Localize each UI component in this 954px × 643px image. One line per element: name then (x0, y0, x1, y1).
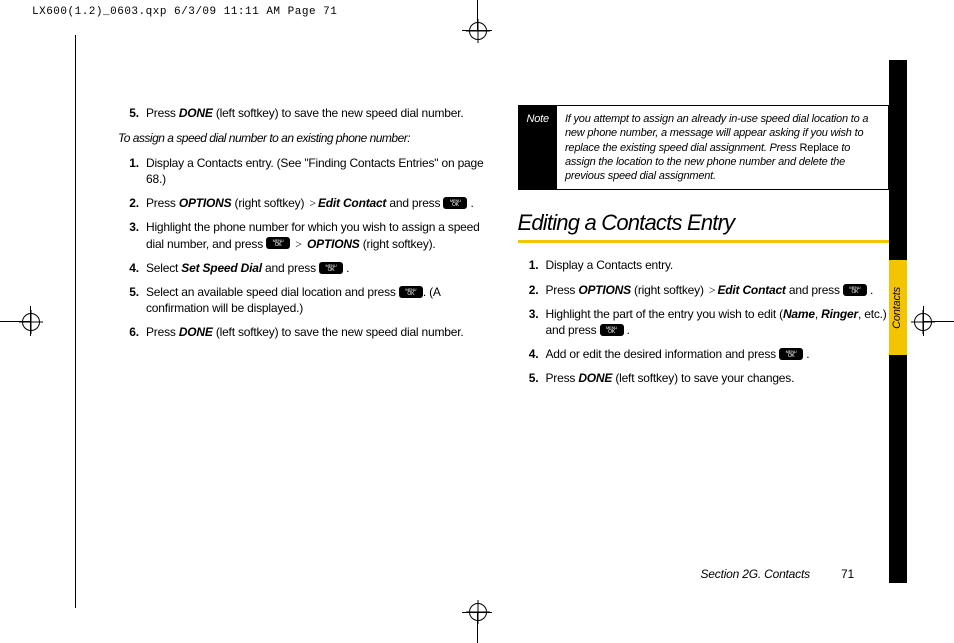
list-item: Display a Contacts entry. (542, 257, 890, 273)
list-item: Press DONE (left softkey) to save the ne… (142, 105, 490, 121)
ok-key-icon (843, 284, 867, 296)
text: and press (786, 283, 843, 297)
list-item: Select Set Speed Dial and press . (142, 260, 490, 276)
text: Press (146, 196, 179, 210)
list-item: Add or edit the desired information and … (542, 346, 890, 362)
text: Select (146, 261, 181, 275)
text: Select an available speed dial location … (146, 285, 399, 299)
text: (left softkey) to save the new speed dia… (213, 106, 464, 120)
arrow-icon: > (307, 196, 318, 210)
list-item: Highlight the part of the entry you wish… (542, 306, 890, 338)
crop-header: LX600(1.2)_0603.qxp 6/3/09 11:11 AM Page… (32, 6, 337, 18)
softkey-name: OPTIONS (578, 283, 631, 297)
note-label: Note (519, 106, 557, 189)
softkey-name: DONE (578, 371, 612, 385)
softkey-name: DONE (179, 106, 213, 120)
note-box: Note If you attempt to assign an already… (518, 105, 890, 190)
list-item: Press DONE (left softkey) to save the ne… (142, 324, 490, 340)
ok-key-icon (399, 286, 423, 298)
list-item: Press DONE (left softkey) to save your c… (542, 370, 890, 386)
field-name: Name (783, 307, 815, 321)
menu-name: Edit Contact (318, 196, 386, 210)
intro-paragraph: To assign a speed dial number to an exis… (118, 131, 490, 147)
text: (right softkey). (360, 237, 436, 251)
text: Press (146, 325, 179, 339)
ok-key-icon (779, 348, 803, 360)
list-item: Select an available speed dial location … (142, 284, 490, 316)
right-column: Note If you attempt to assign an already… (518, 105, 890, 583)
key-name: Replace (800, 142, 839, 154)
list-item: Press OPTIONS (right softkey) >Edit Cont… (142, 195, 490, 211)
softkey-name: OPTIONS (307, 237, 360, 251)
page-body: Press DONE (left softkey) to save the ne… (118, 105, 889, 583)
ok-key-icon (319, 262, 343, 274)
ok-key-icon (266, 237, 290, 249)
section-rule (518, 240, 890, 243)
registration-mark (469, 22, 487, 40)
ok-key-icon (600, 324, 624, 336)
text: Press (546, 371, 579, 385)
trim-line (75, 35, 76, 608)
field-name: Ringer (821, 307, 858, 321)
ok-key-icon (443, 197, 467, 209)
thumb-index-tab: Contacts (889, 260, 907, 355)
registration-mark (914, 313, 932, 331)
text: (right softkey) (231, 196, 307, 210)
text: (left softkey) to save the new speed dia… (213, 325, 464, 339)
text: Press (546, 283, 579, 297)
footer-section: Section 2G. Contacts (701, 567, 810, 581)
menu-name: Edit Contact (717, 283, 785, 297)
page-number: 71 (841, 567, 854, 581)
text: and press (386, 196, 443, 210)
left-column: Press DONE (left softkey) to save the ne… (118, 105, 490, 583)
text: (left softkey) to save your changes. (612, 371, 794, 385)
text: (right softkey) (631, 283, 707, 297)
arrow-icon: > (707, 283, 718, 297)
thumb-index-label: Contacts (891, 278, 903, 338)
note-body: If you attempt to assign an already in-u… (557, 106, 888, 189)
menu-name: Set Speed Dial (181, 261, 262, 275)
list-item: Press OPTIONS (right softkey) >Edit Cont… (542, 282, 890, 298)
section-title: Editing a Contacts Entry (518, 210, 890, 236)
text: Add or edit the desired information and … (546, 347, 780, 361)
registration-mark (22, 313, 40, 331)
softkey-name: DONE (179, 325, 213, 339)
list-item: Display a Contacts entry. (See "Finding … (142, 155, 490, 187)
registration-mark (469, 603, 487, 621)
text: Press (146, 106, 179, 120)
list-item: Highlight the phone number for which you… (142, 219, 490, 251)
arrow-icon: > (293, 237, 304, 251)
text: Highlight the part of the entry you wish… (546, 307, 783, 321)
softkey-name: OPTIONS (179, 196, 232, 210)
page-footer: Section 2G. Contacts 71 (701, 567, 855, 581)
text: and press (262, 261, 319, 275)
